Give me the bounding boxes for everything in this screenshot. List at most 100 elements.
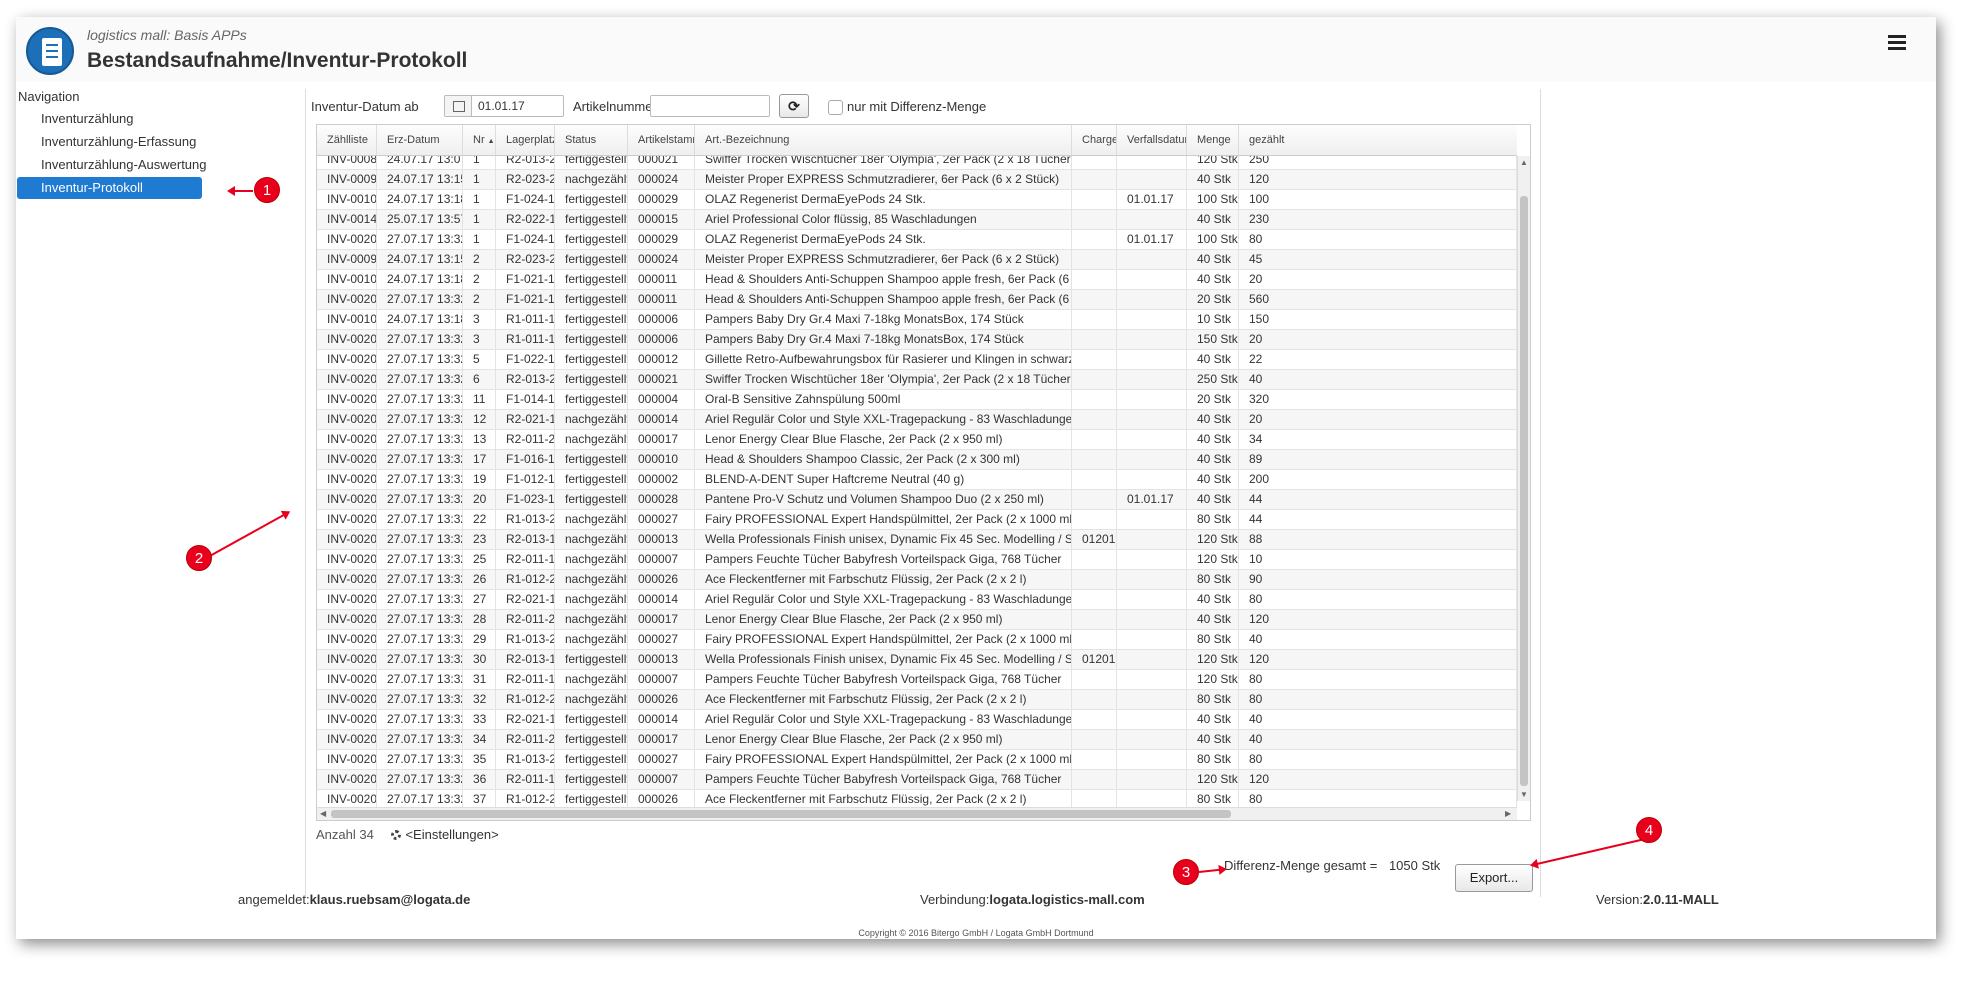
cell-zaehlliste: INV-0010 [317,270,377,289]
table-row[interactable]: INV-0020 27.07.17 13:32 22 R1-013-2 nachgezä… [317,510,1517,530]
cell-gezaehlt: 44 [1239,490,1517,509]
nav-item-inventurzaehlung-auswertung[interactable]: Inventurzählung-Auswertung [16,154,229,176]
cell-erz-datum: 27.07.17 13:32 [377,610,463,629]
table-row[interactable]: INV-0010 24.07.17 13:18 3 R1-011-1 fertigges… [317,310,1517,330]
cell-nr: 32 [463,690,496,709]
cell-lagerplatz: R1-013-2 [496,630,555,649]
table-row[interactable]: INV-0020 27.07.17 13:32 28 R2-011-2 nachgezä… [317,610,1517,630]
horizontal-scroll-thumb[interactable] [331,810,1231,818]
cell-erz-datum: 27.07.17 13:32 [377,430,463,449]
cell-artikelstamm: 000026 [628,570,695,589]
cell-nr: 2 [463,270,496,289]
cell-gezaehlt: 20 [1239,270,1517,289]
col-header-art-bezeichnung[interactable]: Art.-Bezeichnung [695,125,1072,155]
cell-lagerplatz: R1-012-2 [496,790,555,808]
table-row[interactable]: INV-0010 24.07.17 13:18 2 F1-021-1 fertigges… [317,270,1517,290]
col-header-lagerplatz[interactable]: Lagerplatz [496,125,555,155]
calendar-icon[interactable] [445,96,472,116]
table-row[interactable]: INV-0020 27.07.17 13:32 19 F1-012-1 fertigge… [317,470,1517,490]
table-row[interactable]: INV-0009 24.07.17 13:15 2 R2-023-2 fertigges… [317,250,1517,270]
table-row[interactable]: INV-0010 24.07.17 13:18 1 F1-024-1 fertigges… [317,190,1517,210]
cell-menge: 80 Stk [1187,790,1239,808]
table-row[interactable]: INV-0020 27.07.17 13:32 26 R1-012-2 nachgezä… [317,570,1517,590]
table-row[interactable]: INV-0020 27.07.17 13:32 6 R2-013-2 fertigges… [317,370,1517,390]
col-header-verfallsdatum[interactable]: Verfallsdatum [1117,125,1187,155]
table-row[interactable]: INV-0020 27.07.17 13:32 13 R2-011-2 nachgezä… [317,430,1517,450]
cell-lagerplatz: R2-013-1 [496,530,555,549]
table-row[interactable]: INV-0009 24.07.17 13:15 1 R2-023-2 nachgezäh… [317,170,1517,190]
cell-charge [1072,190,1117,209]
table-row[interactable]: INV-0020 27.07.17 13:32 2 F1-021-1 fertigges… [317,290,1517,310]
cell-gezaehlt: 40 [1239,630,1517,649]
table-row[interactable]: INV-0020 27.07.17 13:32 3 R1-011-1 fertigges… [317,330,1517,350]
table-row[interactable]: INV-0020 27.07.17 13:32 1 F1-024-1 fertigges… [317,230,1517,250]
vertical-scroll-thumb[interactable] [1520,196,1528,786]
date-filter-field[interactable]: 01.01.17 [444,95,564,117]
cell-art-bezeichnung: Fairy PROFESSIONAL Expert Handspülmittel… [695,510,1072,529]
table-row[interactable]: INV-0020 27.07.17 13:32 20 F1-023-1 fertigge… [317,490,1517,510]
cell-status: fertiggestellt [555,250,628,269]
date-filter-label: Inventur-Datum ab [311,99,419,114]
col-header-menge[interactable]: Menge [1187,125,1239,155]
cell-artikelstamm: 000024 [628,170,695,189]
diff-only-checkbox[interactable] [828,100,843,115]
col-header-nr[interactable]: Nr ▲ [463,125,496,155]
table-row[interactable]: INV-0020 27.07.17 13:32 25 R2-011-1 nachgezä… [317,550,1517,570]
cell-zaehlliste: INV-0020 [317,410,377,429]
content-divider-right [1540,89,1541,897]
table-row[interactable]: INV-0008 24.07.17 13:07 1 R2-013-2 fertigges… [317,156,1517,170]
table-vertical-scrollbar[interactable]: ▲ ▼ [1517,156,1530,801]
nav-item-inventurzaehlung-erfassung[interactable]: Inventurzählung-Erfassung [16,131,229,153]
table-row[interactable]: INV-0020 27.07.17 13:32 31 R2-011-1 nachgezä… [317,670,1517,690]
table-row[interactable]: INV-0020 27.07.17 13:32 30 R2-013-1 fertigge… [317,650,1517,670]
table-row[interactable]: INV-0020 27.07.17 13:32 27 R2-021-1 nachgezä… [317,590,1517,610]
cell-gezaehlt: 40 [1239,730,1517,749]
callout-arrow-1 [229,190,253,192]
table-row[interactable]: INV-0020 27.07.17 13:32 11 F1-014-1 fertigge… [317,390,1517,410]
cell-menge: 40 Stk [1187,410,1239,429]
cell-erz-datum: 27.07.17 13:32 [377,350,463,369]
table-row[interactable]: INV-0020 27.07.17 13:32 34 R2-011-2 fertigge… [317,730,1517,750]
col-header-erz-datum[interactable]: Erz-Datum [377,125,463,155]
cell-artikelstamm: 000021 [628,156,695,169]
col-header-gezaehlt[interactable]: gezählt [1239,125,1517,155]
table-row[interactable]: INV-0020 27.07.17 13:32 29 R1-013-2 nachgezä… [317,630,1517,650]
cell-status: fertiggestellt [555,770,628,789]
article-number-input[interactable] [650,95,770,117]
nav-item-inventur-protokoll[interactable]: Inventur-Protokoll [17,177,202,199]
table-row[interactable]: INV-0020 27.07.17 13:32 17 F1-016-1 fertigge… [317,450,1517,470]
table-row[interactable]: INV-0014 25.07.17 13:57 1 R2-022-1 fertigges… [317,210,1517,230]
table-horizontal-scrollbar[interactable]: ◀ ▶ [317,807,1517,820]
cell-artikelstamm: 000015 [628,210,695,229]
cell-art-bezeichnung: Head & Shoulders Anti-Schuppen Shampoo a… [695,290,1072,309]
col-header-zaehlliste[interactable]: Zählliste [317,125,377,155]
nav-item-inventurzaehlung[interactable]: Inventurzählung [16,108,229,130]
gear-icon[interactable] [391,830,402,840]
inventory-protocol-table: Zählliste Erz-Datum Nr ▲ Lagerplatz Stat… [316,124,1531,821]
table-row[interactable]: INV-0020 27.07.17 13:32 36 R2-011-1 fertigge… [317,770,1517,790]
scroll-down-icon[interactable]: ▼ [1520,790,1528,799]
col-header-artikelstamm[interactable]: Artikelstamm [628,125,695,155]
cell-artikelstamm: 000028 [628,490,695,509]
table-row[interactable]: INV-0020 27.07.17 13:32 12 R2-021-1 nachgezä… [317,410,1517,430]
hamburger-menu-icon[interactable] [1888,35,1906,50]
cell-charge [1072,590,1117,609]
table-row[interactable]: INV-0020 27.07.17 13:32 32 R1-012-2 nachgezä… [317,690,1517,710]
refresh-button[interactable]: ⟳ [779,94,809,118]
scroll-up-icon[interactable]: ▲ [1520,158,1528,167]
scroll-right-icon[interactable]: ▶ [1505,809,1511,818]
export-button[interactable]: Export... [1455,864,1533,892]
cell-gezaehlt: 90 [1239,570,1517,589]
table-row[interactable]: INV-0020 27.07.17 13:32 23 R2-013-1 nachgezä… [317,530,1517,550]
cell-verfallsdatum [1117,610,1187,629]
settings-link[interactable]: <Einstellungen> [405,827,498,842]
table-row[interactable]: INV-0020 27.07.17 13:32 33 R2-021-1 fertigge… [317,710,1517,730]
scroll-left-icon[interactable]: ◀ [320,809,326,818]
col-header-charge[interactable]: Charge [1072,125,1117,155]
col-header-status[interactable]: Status [555,125,628,155]
cell-verfallsdatum [1117,310,1187,329]
table-row[interactable]: INV-0020 27.07.17 13:32 37 R1-012-2 fertigge… [317,790,1517,808]
table-row[interactable]: INV-0020 27.07.17 13:32 5 F1-022-1 fertigges… [317,350,1517,370]
cell-status: nachgezählt [555,530,628,549]
table-row[interactable]: INV-0020 27.07.17 13:32 35 R1-013-2 fertigge… [317,750,1517,770]
